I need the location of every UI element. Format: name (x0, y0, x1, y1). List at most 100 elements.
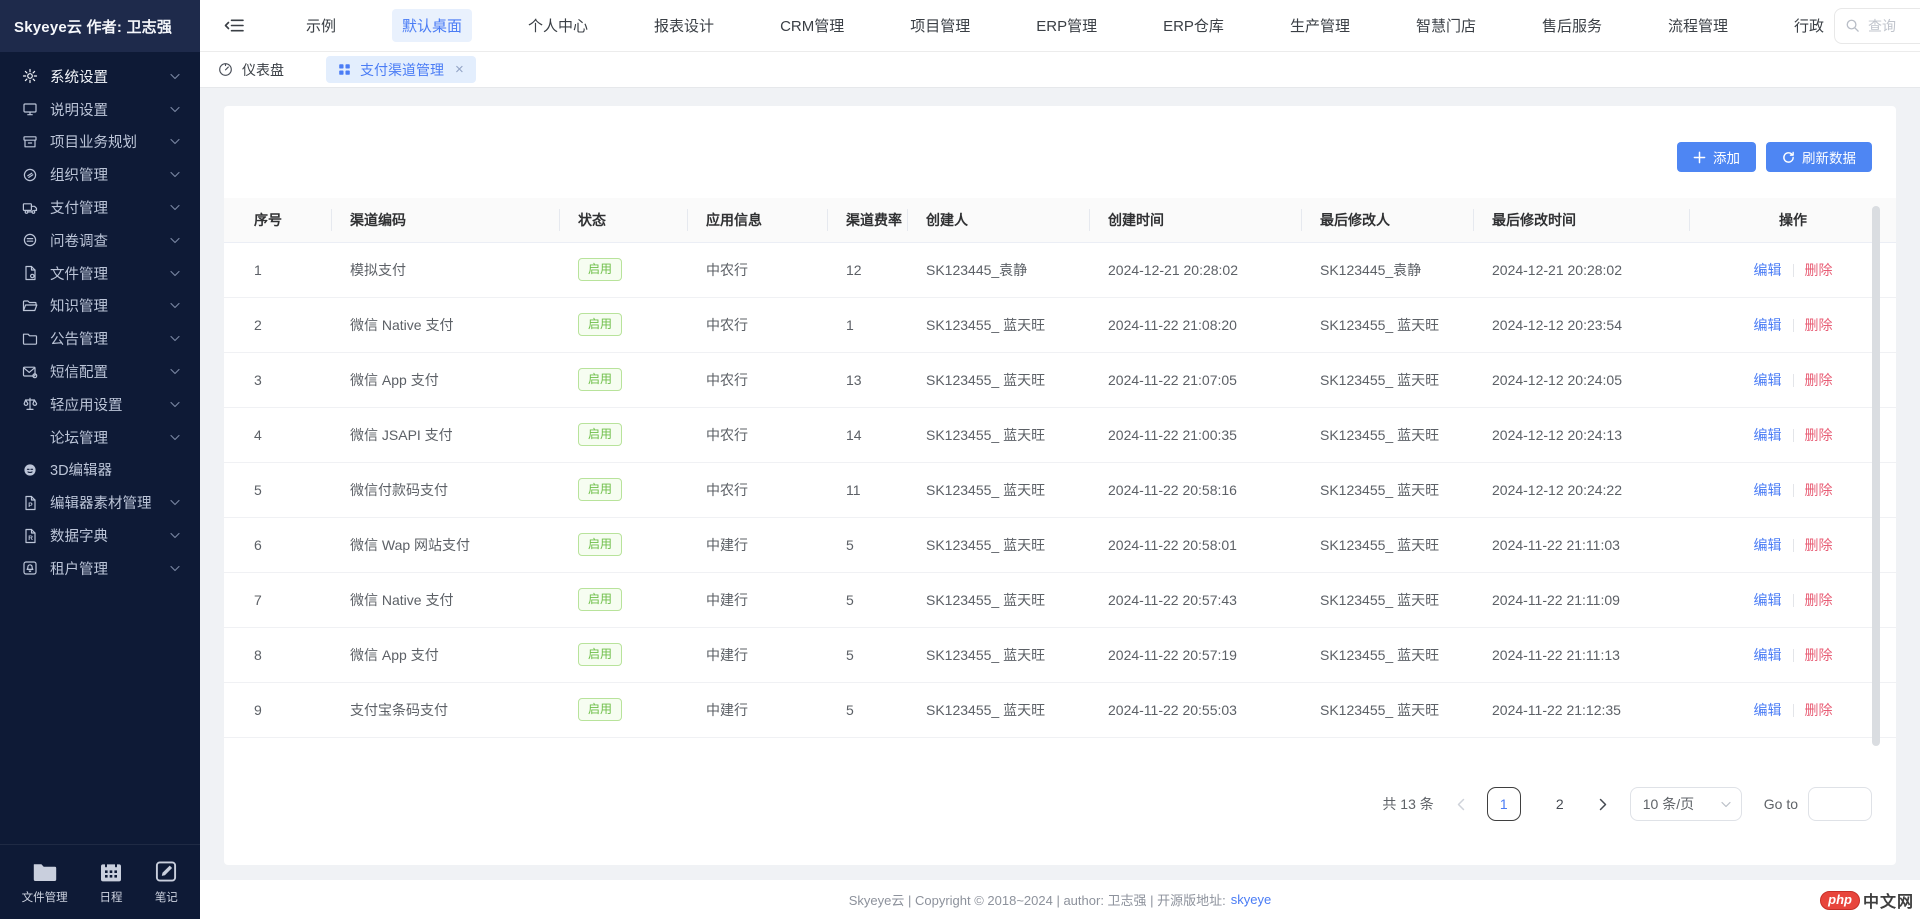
add-button[interactable]: 添加 (1677, 142, 1756, 172)
sidebar-item-tenant[interactable]: 租户管理 (0, 552, 200, 585)
disc-icon (22, 167, 38, 183)
nav-item-default-desktop[interactable]: 默认桌面 (392, 9, 472, 42)
sidebar-item-project-business-planning[interactable]: 项目业务规划 (0, 126, 200, 159)
tab-dashboard[interactable]: 仪表盘 (218, 60, 284, 80)
toolbar: 添加 刷新数据 (224, 142, 1872, 172)
edit-link[interactable]: 编辑 (1754, 482, 1782, 498)
cell-actions: 编辑 删除 (1690, 352, 1896, 407)
delete-link[interactable]: 删除 (1805, 317, 1833, 333)
skyeye-link[interactable]: skyeye (1231, 892, 1271, 907)
gauge-icon (218, 62, 233, 77)
sidebar-item-organization[interactable]: 组织管理 (0, 158, 200, 191)
sidebar-item-light-app[interactable]: 轻应用设置 (0, 388, 200, 421)
edit-link[interactable]: 编辑 (1754, 262, 1782, 278)
chevron-down-icon (170, 565, 180, 572)
prev-page-icon[interactable] (1456, 798, 1465, 811)
edit-link[interactable]: 编辑 (1754, 427, 1782, 443)
sidebar-item-forum[interactable]: 论坛管理 (0, 421, 200, 454)
edit-link[interactable]: 编辑 (1754, 592, 1782, 608)
nav-item-erp-management[interactable]: ERP管理 (1026, 9, 1107, 42)
nav-item-report-design[interactable]: 报表设计 (644, 9, 724, 42)
delete-link[interactable]: 删除 (1805, 372, 1833, 388)
edit-link[interactable]: 编辑 (1754, 647, 1782, 663)
delete-link[interactable]: 删除 (1805, 262, 1833, 278)
refresh-button[interactable]: 刷新数据 (1766, 142, 1872, 172)
delete-link[interactable]: 删除 (1805, 537, 1833, 553)
page-2-button[interactable]: 2 (1543, 787, 1577, 821)
cell-code: 模拟支付 (332, 242, 560, 297)
nav-item-erp-warehouse[interactable]: ERP仓库 (1153, 9, 1234, 42)
pagination: 共 13 条 1 2 10 条/页 Go to (224, 787, 1872, 821)
sidebar-item-editor-material[interactable]: P 编辑器素材管理 (0, 486, 200, 519)
edit-link[interactable]: 编辑 (1754, 702, 1782, 718)
col-ctime: 创建时间 (1090, 198, 1302, 242)
shortcut-schedule[interactable]: 日程 (99, 861, 123, 905)
nav-item-administration[interactable]: 行政 (1784, 9, 1834, 42)
folder-filled-icon (33, 861, 57, 882)
collapse-sidebar-icon[interactable] (224, 17, 244, 34)
file-p-icon: P (22, 495, 38, 511)
goto-wrap: Go to (1764, 787, 1872, 821)
scale-icon (22, 396, 38, 412)
sidebar: Skyeye云 作者: 卫志强 系统设置 说明设置 项目业务规划 组织管理 (0, 0, 200, 919)
chevron-down-icon (170, 434, 180, 441)
sidebar-item-survey[interactable]: 问卷调查 (0, 224, 200, 257)
nav-item-personal-center[interactable]: 个人中心 (518, 9, 598, 42)
top-menu: 示例 默认桌面 个人中心 报表设计 CRM管理 项目管理 ERP管理 ERP仓库… (296, 9, 1834, 42)
nav-item-process-management[interactable]: 流程管理 (1658, 9, 1738, 42)
search-input[interactable] (1868, 18, 1920, 34)
sidebar-item-3d-editor[interactable]: 3D编辑器 (0, 454, 200, 487)
delete-link[interactable]: 删除 (1805, 592, 1833, 608)
nav-item-smart-store[interactable]: 智慧门店 (1406, 9, 1486, 42)
sidebar-item-description-settings[interactable]: 说明设置 (0, 93, 200, 126)
nav-item-project-management[interactable]: 项目管理 (900, 9, 980, 42)
cell-mtime: 2024-11-22 21:11:09 (1474, 572, 1690, 627)
nav-item-crm[interactable]: CRM管理 (770, 9, 854, 42)
edit-link[interactable]: 编辑 (1754, 537, 1782, 553)
page-1-button[interactable]: 1 (1487, 787, 1521, 821)
nav-item-examples[interactable]: 示例 (296, 9, 346, 42)
cell-mtime: 2024-11-22 21:11:03 (1474, 517, 1690, 572)
cell-rate: 12 (828, 242, 908, 297)
status-badge: 启用 (578, 698, 622, 720)
action-divider (1793, 264, 1794, 277)
edit-link[interactable]: 编辑 (1754, 372, 1782, 388)
delete-link[interactable]: 删除 (1805, 647, 1833, 663)
edit-link[interactable]: 编辑 (1754, 317, 1782, 333)
tab-payment-channel[interactable]: 支付渠道管理 × (326, 56, 476, 83)
goto-page-input[interactable] (1808, 787, 1872, 821)
shortcut-notes[interactable]: 笔记 (154, 861, 178, 905)
next-page-icon[interactable] (1599, 798, 1608, 811)
global-search[interactable] (1834, 8, 1920, 44)
sidebar-item-file-management[interactable]: 文件管理 (0, 257, 200, 290)
refresh-icon (1782, 151, 1795, 164)
sidebar-item-data-dictionary[interactable]: R 数据字典 (0, 519, 200, 552)
cell-code: 支付宝条码支付 (332, 682, 560, 737)
table-row: 7 微信 Native 支付 启用 中建行 5 SK123455_ 蓝天旺 20… (224, 572, 1896, 627)
page-size-select[interactable]: 10 条/页 (1630, 787, 1742, 821)
cell-status: 启用 (560, 297, 688, 352)
table-scrollbar[interactable] (1872, 206, 1880, 746)
delete-link[interactable]: 删除 (1805, 427, 1833, 443)
tab-bar: 仪表盘 支付渠道管理 × (200, 52, 1920, 88)
cell-ctime: 2024-11-22 21:08:20 (1090, 297, 1302, 352)
cell-no: 8 (224, 627, 332, 682)
document-icon (22, 265, 38, 281)
delete-link[interactable]: 删除 (1805, 482, 1833, 498)
sidebar-item-sms-config[interactable]: 短信配置 (0, 355, 200, 388)
status-badge: 启用 (578, 478, 622, 500)
sidebar-item-payment[interactable]: 支付管理 (0, 191, 200, 224)
nav-item-after-sales[interactable]: 售后服务 (1532, 9, 1612, 42)
sidebar-item-knowledge[interactable]: 知识管理 (0, 290, 200, 323)
table-row: 6 微信 Wap 网站支付 启用 中建行 5 SK123455_ 蓝天旺 202… (224, 517, 1896, 572)
sidebar-item-announcement[interactable]: 公告管理 (0, 322, 200, 355)
delete-link[interactable]: 删除 (1805, 702, 1833, 718)
nav-item-production[interactable]: 生产管理 (1280, 9, 1360, 42)
cell-rate: 5 (828, 682, 908, 737)
cell-modifier: SK123455_ 蓝天旺 (1302, 352, 1474, 407)
close-tab-icon[interactable]: × (455, 62, 464, 77)
table-row: 1 模拟支付 启用 中农行 12 SK123445_袁静 2024-12-21 … (224, 242, 1896, 297)
sidebar-item-system-settings[interactable]: 系统设置 (0, 60, 200, 93)
cell-modifier: SK123455_ 蓝天旺 (1302, 572, 1474, 627)
shortcut-file-management[interactable]: 文件管理 (22, 861, 68, 905)
